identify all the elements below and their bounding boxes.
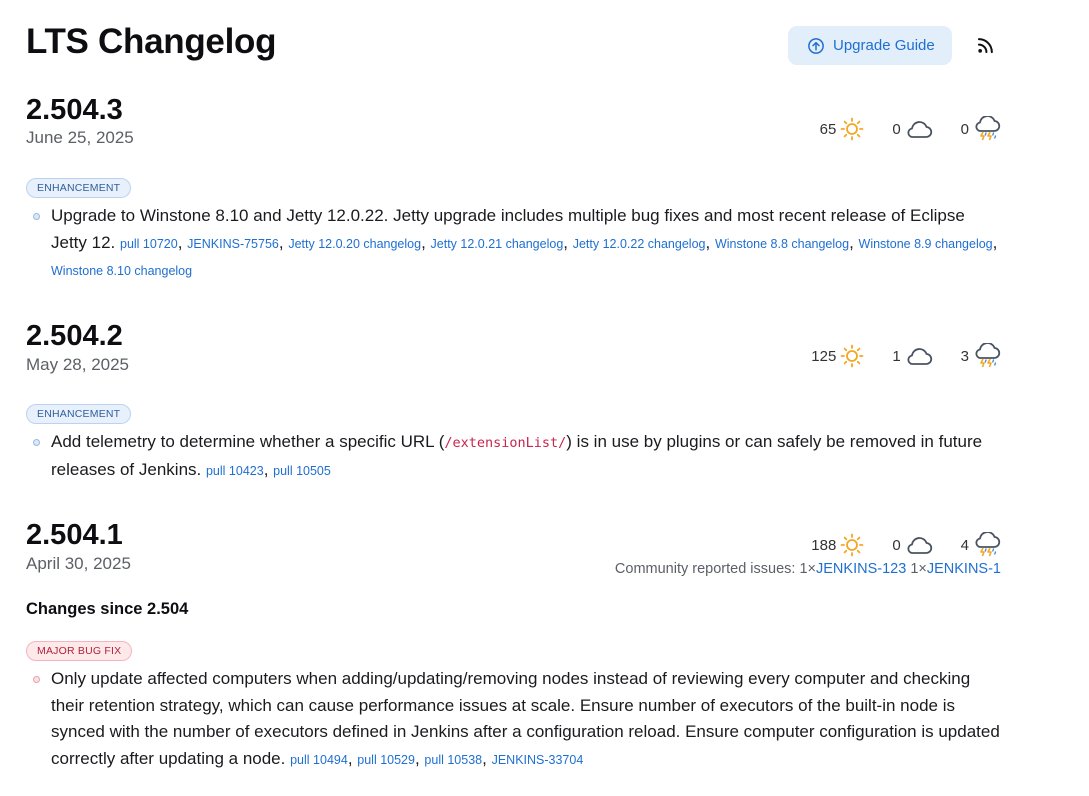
- rss-feed-button[interactable]: [976, 35, 996, 60]
- change-list: Only update affected computers when addi…: [26, 666, 1001, 773]
- rating-cloudy-count: 0: [892, 120, 901, 138]
- change-item: Only update affected computers when addi…: [26, 666, 1001, 773]
- issue-count: 1×: [799, 561, 817, 577]
- rating-storm-count: 3: [960, 347, 969, 365]
- major-bug-fix-badge: MAJOR BUG FIX: [26, 641, 133, 661]
- community-issues-label: Community reported issues:: [614, 561, 796, 577]
- rating-sunny-count: 188: [811, 536, 837, 554]
- change-links: pull 10720, JENKINS-75756, Jetty 12.0.20…: [51, 232, 998, 279]
- change-item: Upgrade to Winstone 8.10 and Jetty 12.0.…: [26, 203, 1001, 285]
- release-ratings: 125 1 3: [811, 343, 1001, 369]
- sun-icon: [840, 344, 864, 368]
- thunderstorm-icon: [973, 343, 1001, 369]
- change-item: Add telemetry to determine whether a spe…: [26, 429, 1001, 484]
- change-links: pull 10423, pull 10505: [205, 459, 331, 479]
- code-snippet: /extensionList/: [444, 435, 567, 451]
- release-2-504-3: 2.504.3 June 25, 2025 65 0 0 ENHANCEMENT…: [26, 90, 1001, 318]
- sun-icon: [840, 117, 864, 141]
- cloud-icon: [905, 118, 933, 140]
- rating-storm-count: 4: [960, 536, 969, 554]
- rating-cloudy-count: 1: [892, 347, 901, 365]
- changelog-page: LTS Changelog Upgrade Guide 2.504.3 June…: [26, 0, 1001, 796]
- release-ratings: 188 0 4: [811, 532, 1001, 558]
- rating-cloudy[interactable]: 0: [892, 534, 932, 556]
- thunderstorm-icon: [973, 532, 1001, 558]
- rating-sunny[interactable]: 65: [820, 117, 865, 141]
- change-links: pull 10494, pull 10529, pull 10538, JENK…: [290, 748, 584, 768]
- page-title: LTS Changelog: [26, 22, 277, 61]
- issue-count: 1×: [910, 561, 927, 577]
- link-pull[interactable]: pull 10720: [120, 237, 178, 251]
- change-list: Upgrade to Winstone 8.10 and Jetty 12.0.…: [26, 203, 1001, 285]
- rating-sunny[interactable]: 188: [811, 533, 864, 557]
- release-date: May 28, 2025: [26, 355, 130, 374]
- rating-storm-count: 0: [960, 120, 969, 138]
- change-list: Add telemetry to determine whether a spe…: [26, 429, 1001, 484]
- link-pull[interactable]: pull 10505: [273, 464, 331, 478]
- rating-storm[interactable]: 0: [961, 116, 1001, 142]
- link-changelog[interactable]: Winstone 8.10 changelog: [51, 264, 192, 278]
- change-text-before: Add telemetry to determine whether a spe…: [51, 432, 445, 451]
- rss-feed-icon: [976, 38, 996, 59]
- arrow-up-circle-icon: [807, 37, 825, 55]
- thunderstorm-icon: [973, 116, 1001, 142]
- sun-icon: [840, 533, 864, 557]
- cloud-icon: [905, 345, 933, 367]
- link-changelog[interactable]: Winstone 8.8 changelog: [715, 237, 849, 251]
- rating-sunny-count: 65: [819, 120, 837, 138]
- enhancement-badge: ENHANCEMENT: [26, 178, 132, 198]
- rating-storm[interactable]: 4: [961, 532, 1001, 558]
- issue-link[interactable]: JENKINS-1: [927, 561, 1001, 577]
- rating-cloudy[interactable]: 1: [892, 345, 932, 367]
- rating-sunny-count: 125: [811, 347, 837, 365]
- upgrade-guide-button[interactable]: Upgrade Guide: [788, 26, 952, 65]
- release-2-504-2: 2.504.2 May 28, 2025 125 1 3 ENHANCEMENT…: [26, 318, 1001, 516]
- release-version[interactable]: 2.504.2: [26, 320, 123, 353]
- enhancement-badge: ENHANCEMENT: [26, 404, 132, 424]
- upgrade-guide-label: Upgrade Guide: [833, 37, 935, 54]
- link-changelog[interactable]: Jetty 12.0.22 changelog: [573, 237, 706, 251]
- link-changelog[interactable]: Winstone 8.9 changelog: [859, 237, 993, 251]
- release-version[interactable]: 2.504.3: [26, 94, 123, 127]
- release-ratings: 65 0 0: [820, 116, 1001, 142]
- link-changelog[interactable]: Jetty 12.0.21 changelog: [431, 237, 564, 251]
- link-pull[interactable]: pull 10494: [290, 753, 348, 767]
- link-pull[interactable]: pull 10423: [206, 464, 264, 478]
- page-header: LTS Changelog Upgrade Guide: [26, 0, 1001, 90]
- release-version[interactable]: 2.504.1: [26, 519, 123, 552]
- community-issues: Community reported issues: 1×JENKINS-123…: [615, 561, 1001, 577]
- link-pull[interactable]: pull 10529: [357, 753, 415, 767]
- rating-cloudy-count: 0: [892, 536, 901, 554]
- rating-sunny[interactable]: 125: [811, 344, 864, 368]
- link-pull[interactable]: pull 10538: [424, 753, 482, 767]
- rating-storm[interactable]: 3: [961, 343, 1001, 369]
- release-date: June 25, 2025: [26, 128, 134, 147]
- rating-cloudy[interactable]: 0: [892, 118, 932, 140]
- cloud-icon: [905, 534, 933, 556]
- link-changelog[interactable]: Jetty 12.0.20 changelog: [288, 237, 421, 251]
- changes-subheading: Changes since 2.504: [26, 600, 189, 618]
- issue-link[interactable]: JENKINS-123: [816, 561, 906, 577]
- link-jira[interactable]: JENKINS-75756: [187, 237, 279, 251]
- link-jira[interactable]: JENKINS-33704: [492, 753, 584, 767]
- release-date: April 30, 2025: [26, 554, 131, 573]
- release-2-504-1: 2.504.1 April 30, 2025 188 0 4 Community…: [26, 516, 1001, 796]
